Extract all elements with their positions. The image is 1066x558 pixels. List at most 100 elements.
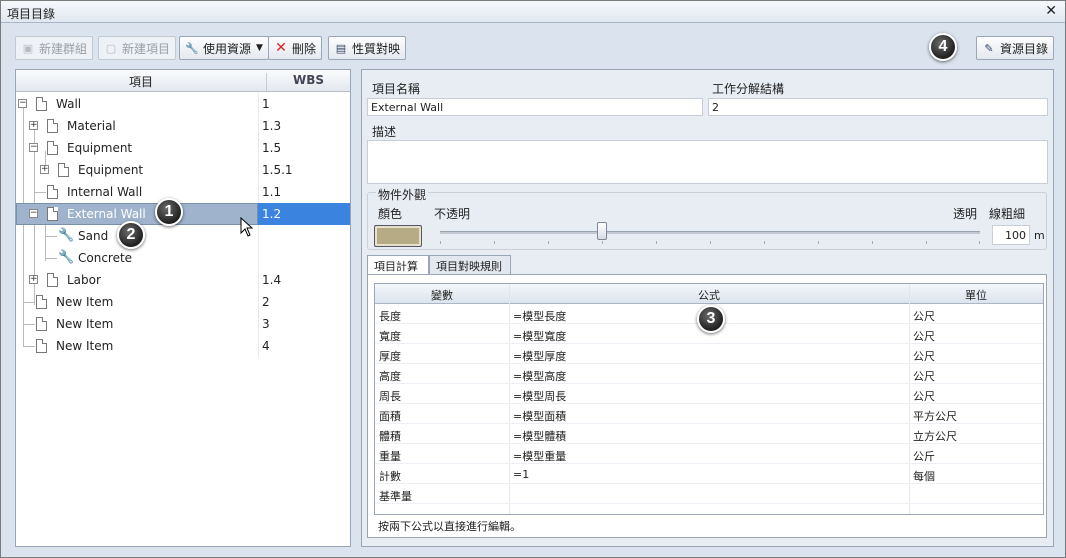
expand-icon[interactable]: + <box>29 275 38 284</box>
tree-row[interactable]: New Item 3 <box>16 313 350 335</box>
tree-row-label: Concrete <box>78 251 133 265</box>
tree-row[interactable]: New Item 2 <box>16 291 350 313</box>
tree-row[interactable]: New Item 4 <box>16 335 350 357</box>
grid-row[interactable]: 厚度 =模型厚度 公尺 <box>375 344 1043 364</box>
line-width-label: 線粗細 <box>989 207 1026 221</box>
grid-formula[interactable]: =模型面積 <box>513 408 566 424</box>
grid-var: 面積 <box>379 410 401 423</box>
tree-row-selected[interactable]: − External Wall 1.2 <box>16 203 350 225</box>
resource-catalog-button[interactable]: ✎ 資源目錄 <box>976 36 1055 60</box>
grid-formula[interactable]: =1 <box>513 468 529 481</box>
wbs-divider <box>258 335 259 357</box>
tree-header: 項目 WBS <box>16 70 350 92</box>
close-icon[interactable]: ✕ <box>1045 3 1057 19</box>
grid-unit: 公尺 <box>913 370 935 383</box>
grid-formula[interactable]: =模型厚度 <box>513 348 566 364</box>
tree-row-label: Material <box>67 119 116 133</box>
document-icon <box>36 317 47 331</box>
grid-row[interactable]: 高度 =模型高度 公尺 <box>375 364 1043 384</box>
tree-row-label: Equipment <box>67 141 133 155</box>
opaque-label: 不透明 <box>434 207 471 221</box>
grid-var: 體積 <box>379 430 401 443</box>
collapse-icon[interactable]: − <box>29 143 38 152</box>
use-resource-button[interactable]: 🔧 使用資源 ▼ <box>179 36 269 60</box>
grid-formula[interactable]: =模型體積 <box>513 428 566 444</box>
property-map-button[interactable]: ▤ 性質對映 <box>328 36 407 60</box>
grid-col-var[interactable]: 變數 <box>375 287 509 303</box>
document-icon <box>47 141 58 155</box>
tree-col-wbs[interactable]: WBS <box>266 73 350 91</box>
grid-row[interactable]: 面積 =模型面積 平方公尺 <box>375 404 1043 424</box>
grid-row[interactable]: 重量 =模型重量 公斤 <box>375 444 1043 464</box>
tree-row[interactable]: + Material 1.3 <box>16 115 350 137</box>
grid-row[interactable]: 周長 =模型周長 公尺 <box>375 384 1043 404</box>
description-field[interactable] <box>367 140 1048 184</box>
grid-formula[interactable]: =模型周長 <box>513 388 566 404</box>
document-icon <box>36 295 47 309</box>
tree-row-wbs: 1.4 <box>262 273 282 287</box>
tree-row[interactable]: 🔧 Concrete <box>16 247 350 269</box>
grid-var: 寬度 <box>379 330 401 343</box>
grid-row[interactable]: 基準量 <box>375 484 1043 504</box>
color-label: 顏色 <box>378 207 403 221</box>
grid-var: 長度 <box>379 310 401 323</box>
wbs-divider <box>258 181 259 203</box>
wbs-label: 工作分解結構 <box>712 82 785 96</box>
expand-icon[interactable]: + <box>40 165 49 174</box>
line-width-input[interactable]: 100 <box>992 225 1030 245</box>
grid-formula[interactable]: =模型寬度 <box>513 328 566 344</box>
item-name-label: 項目名稱 <box>372 82 421 96</box>
slider-tick <box>710 241 711 244</box>
new-item-button[interactable]: ▢ 新建項目 <box>98 36 177 60</box>
grid-row[interactable]: 計數 =1 每個 <box>375 464 1043 484</box>
grid-unit: 立方公尺 <box>913 430 957 443</box>
slider-tick <box>440 241 441 244</box>
tab-item-mapping[interactable]: 項目對映規則 <box>429 255 511 275</box>
tab-item-calc[interactable]: 項目計算 <box>367 255 429 276</box>
color-swatch[interactable] <box>374 225 422 247</box>
tree-row-label: External Wall <box>67 207 146 221</box>
new-group-label: 新建群組 <box>39 41 88 56</box>
collapse-icon[interactable]: − <box>29 209 38 218</box>
item-name-field[interactable]: External Wall <box>367 98 703 116</box>
wbs-divider <box>258 291 259 313</box>
document-icon <box>36 339 47 353</box>
tree-connector <box>34 192 46 193</box>
delete-x-icon: ✕ <box>275 40 287 56</box>
delete-button[interactable]: ✕ 刪除 <box>268 36 323 60</box>
grid-formula[interactable]: =模型長度 <box>513 308 566 324</box>
tree-row[interactable]: + Labor 1.4 <box>16 269 350 291</box>
tree-row[interactable]: Internal Wall 1.1 <box>16 181 350 203</box>
mouse-cursor-icon <box>240 217 254 237</box>
grid-col-formula[interactable]: 公式 <box>509 287 909 303</box>
slider-tick <box>548 241 549 244</box>
wbs-divider <box>258 247 259 269</box>
tree-row-wbs: 1.5.1 <box>262 163 293 177</box>
tree-row-wbs: 3 <box>262 317 270 331</box>
appearance-label: 物件外觀 <box>376 186 429 203</box>
wrench-icon: 🔧 <box>58 250 75 265</box>
delete-label: 刪除 <box>292 41 317 56</box>
wbs-divider <box>258 269 259 291</box>
grid-unit: 公尺 <box>913 330 935 343</box>
collapse-icon[interactable]: − <box>18 99 27 108</box>
opacity-slider-thumb[interactable] <box>597 222 607 240</box>
grid-row[interactable]: 體積 =模型體積 立方公尺 <box>375 424 1043 444</box>
expand-icon[interactable]: + <box>29 121 38 130</box>
grid-formula[interactable]: =模型重量 <box>513 448 566 464</box>
wbs-divider <box>258 225 259 247</box>
document-icon <box>47 119 58 133</box>
tree-col-item[interactable]: 項目 <box>16 73 266 90</box>
grid-col-unit[interactable]: 單位 <box>909 287 1043 303</box>
slider-tick <box>818 241 819 244</box>
new-group-button[interactable]: ▣ 新建群組 <box>15 36 94 60</box>
tree-row[interactable]: + Equipment 1.5.1 <box>16 159 350 181</box>
grid-formula[interactable]: =模型高度 <box>513 368 566 384</box>
opacity-slider[interactable] <box>440 231 980 234</box>
tree-row[interactable]: − Equipment 1.5 <box>16 137 350 159</box>
slider-tick <box>764 241 765 244</box>
tree-row[interactable]: 🔧 Sand <box>16 225 350 247</box>
tree-row[interactable]: − Wall 1 <box>16 93 350 115</box>
wbs-field[interactable]: 2 <box>708 98 1048 116</box>
tree-connector <box>23 346 35 347</box>
